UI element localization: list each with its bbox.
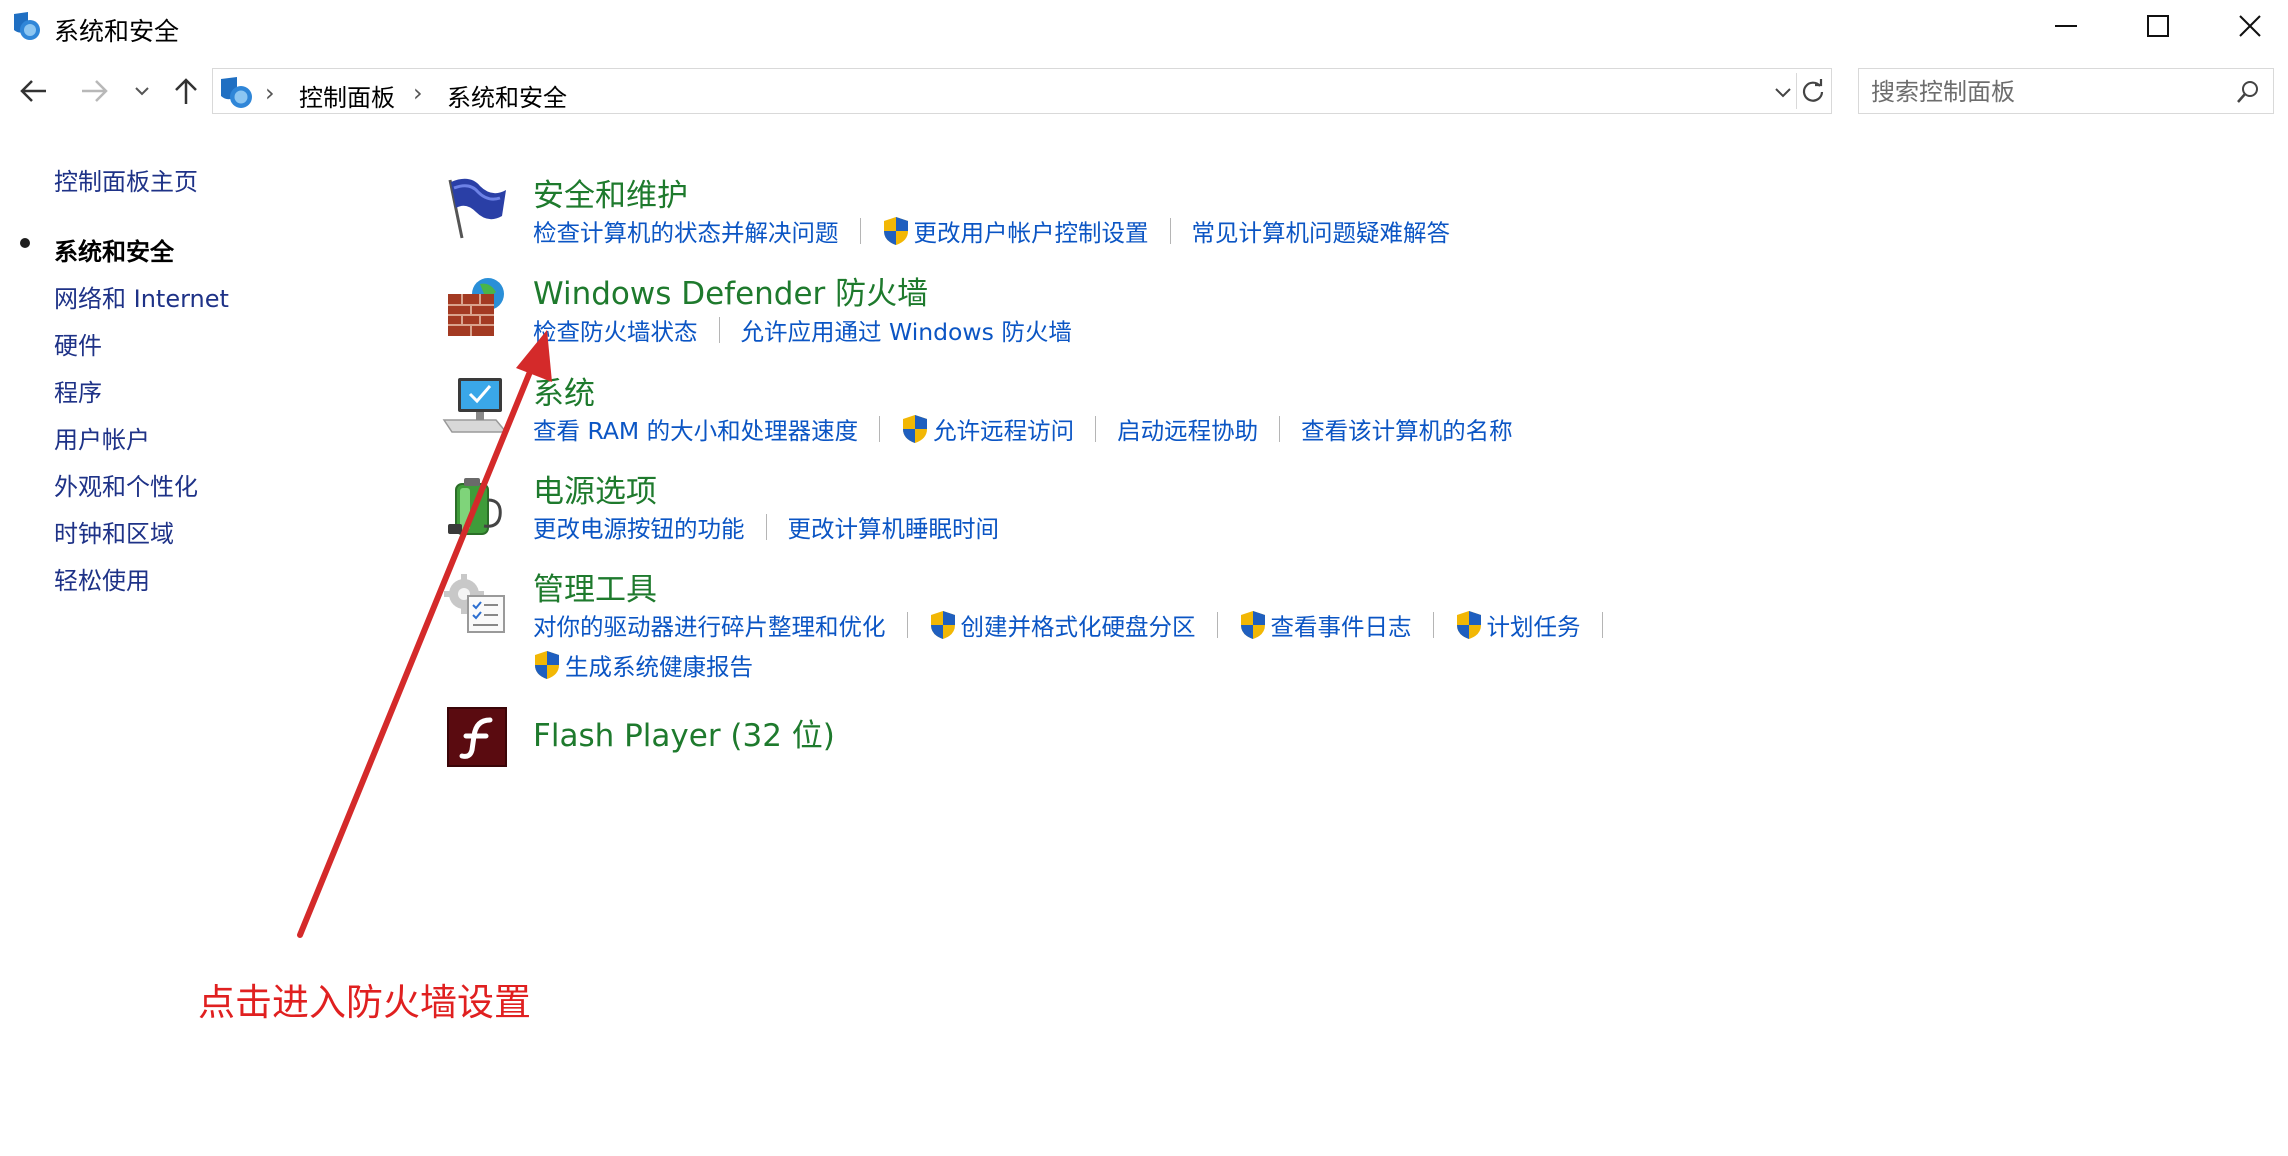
annotation-label: 点击进入防火墙设置 [198,981,531,1024]
